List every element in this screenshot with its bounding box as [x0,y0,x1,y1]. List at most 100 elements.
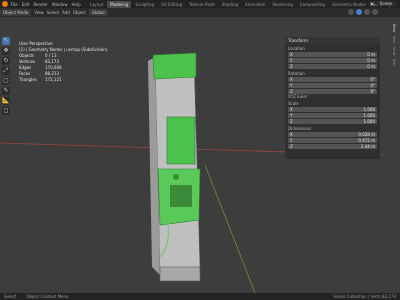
blender-logo-icon[interactable] [2,1,8,7]
tab-animation[interactable]: Animation [242,1,268,8]
dimensions-section: Dimensions X 0.628 m Y 0.472 m Z 2.44 m [288,126,377,149]
field-value: 1.000 [363,119,375,124]
menu-file[interactable]: File [11,2,18,7]
tab-compositing[interactable]: Compositing [297,1,328,8]
scale-y-field[interactable]: Y 1.000 [288,113,377,118]
scale-label: Scale [288,101,299,106]
material-preview-icon[interactable] [364,9,370,15]
scale-icon[interactable]: ⤢ [2,67,10,75]
field-axis: Y [290,83,293,88]
field-value: 0 m [367,58,375,63]
field-axis: Y [290,138,293,143]
left-toolbar: ↖ ✥ ↻ ⤢ ▢ ✎ 📐 ◻ [2,37,10,115]
tab-rendering[interactable]: Rendering [269,1,295,8]
rotate-icon[interactable]: ↻ [2,57,10,65]
field-axis: X [290,77,293,82]
location-label: Location [288,46,305,51]
tab-texture-paint[interactable]: Texture Paint [186,1,218,8]
menu-window[interactable]: Window [52,2,68,7]
stat-label: Triangles [19,77,37,82]
field-value: 1.000 [363,107,375,112]
transform-icon[interactable]: ▢ [2,77,10,85]
rotation-x-field[interactable]: X 0° [288,77,377,82]
dimensions-x-field[interactable]: X 0.628 m [288,132,377,137]
scene-selector[interactable]: ▣ Scene [370,1,396,6]
tab-layout[interactable]: Layout [87,1,107,8]
tab-geometry-nodes[interactable]: Geometry Nodes [329,1,369,8]
field-axis: Y [290,113,293,118]
location-y-field[interactable]: Y 0 m [288,58,377,63]
menu-help[interactable]: Help [71,2,80,7]
field-value: 0° [370,77,375,82]
scene-name[interactable]: Scene [375,1,396,6]
add-cube-icon[interactable]: ◻ [2,107,10,115]
rotation-label: Rotation [288,71,305,76]
tab-tool[interactable]: Tool [386,36,396,43]
mode-dropdown[interactable]: Object Mode [0,9,32,16]
rotation-y-field[interactable]: Y 0° [288,83,377,88]
dimensions-z-field[interactable]: Z 2.44 m [288,144,377,149]
dimensions-y-field[interactable]: Y 0.472 m [288,138,377,143]
shading-buttons [348,9,378,15]
3d-viewport[interactable]: ↖ ✥ ↻ ⤢ ▢ ✎ 📐 ◻ User Perspective (1) | G… [0,17,384,293]
field-axis: X [290,107,293,112]
wireframe-shading-icon[interactable] [348,9,354,15]
transform-orientation-dropdown[interactable]: Global [88,9,108,16]
scene-icon: ▣ [370,1,374,6]
tab-edit[interactable]: Edit [386,59,396,66]
transform-panel: Transform Location X 0 m Y 0 m Z 0 m Rotati… [285,37,380,159]
sidebar-tabs: Item Tool View Edit [386,24,396,66]
stat-value: 172,121 [45,77,62,82]
scale-z-field[interactable]: Z 1.000 [288,119,377,124]
tab-view[interactable]: View [386,47,396,55]
phone-keypad [170,185,192,207]
field-axis: Y [290,58,293,63]
rotation-mode-dropdown[interactable]: XYZ Euler [288,94,377,99]
tab-sculpting[interactable]: Sculpting [132,1,157,8]
solid-shading-icon[interactable] [356,9,362,15]
booth-front-panel [166,116,196,165]
booth-body [154,56,201,276]
cursor-icon[interactable]: ↖ [2,37,10,45]
stat-row: Triangles 172,121 [19,77,107,83]
location-z-field[interactable]: Z 0 m [288,64,377,69]
field-value: 0.628 m [358,132,375,137]
y-axis-line [204,164,256,293]
tab-uv-editing[interactable]: UV Editing [158,1,185,8]
panel-title[interactable]: Transform [285,37,380,44]
field-value: 0 m [367,64,375,69]
tab-item[interactable]: Item [386,24,396,32]
menu-edit[interactable]: Edit [22,2,30,7]
status-bar: Select Object Context Menu Scene Collect… [0,293,400,300]
field-axis: Z [290,119,293,124]
move-icon[interactable]: ✥ [2,47,10,55]
field-value: 1.000 [363,113,375,118]
field-value: 0.472 m [358,138,375,143]
top-menu-bar: File Edit Render Window Help Layout Mode… [0,0,400,8]
field-axis: Z [290,64,293,69]
field-axis: Z [290,144,293,149]
tab-modeling[interactable]: Modeling [107,0,132,8]
status-left: Select [4,294,17,299]
rendered-shading-icon[interactable] [372,9,378,15]
menu-render[interactable]: Render [33,2,47,7]
scale-section: Scale X 1.000 Y 1.000 Z 1.000 [288,101,377,124]
viewport-overlay-text: User Perspective (1) | Geometry Nodes | … [19,41,107,83]
field-axis: X [290,132,293,137]
menu-select[interactable]: Select [47,10,59,15]
main-menu: File Edit Render Window Help [11,2,81,7]
measure-icon[interactable]: 📐 [2,97,10,105]
annotate-icon[interactable]: ✎ [2,87,10,95]
booth-base [159,266,201,282]
field-value: 0° [370,89,375,94]
menu-view[interactable]: View [34,10,44,15]
rotation-section: Rotation X 0° Y 0° Z 0° XYZ Euler [288,71,377,99]
menu-add[interactable]: Add [62,10,70,15]
status-middle: Object Context Menu [26,294,69,299]
location-section: Location X 0 m Y 0 m Z 0 m [288,46,377,69]
viewport-header: Object Mode View Select Add Object Globa… [0,8,400,17]
menu-object[interactable]: Object [73,10,86,15]
scale-x-field[interactable]: X 1.000 [288,107,377,112]
tab-shading[interactable]: Shading [219,1,241,8]
location-x-field[interactable]: X 0 m [288,52,377,57]
